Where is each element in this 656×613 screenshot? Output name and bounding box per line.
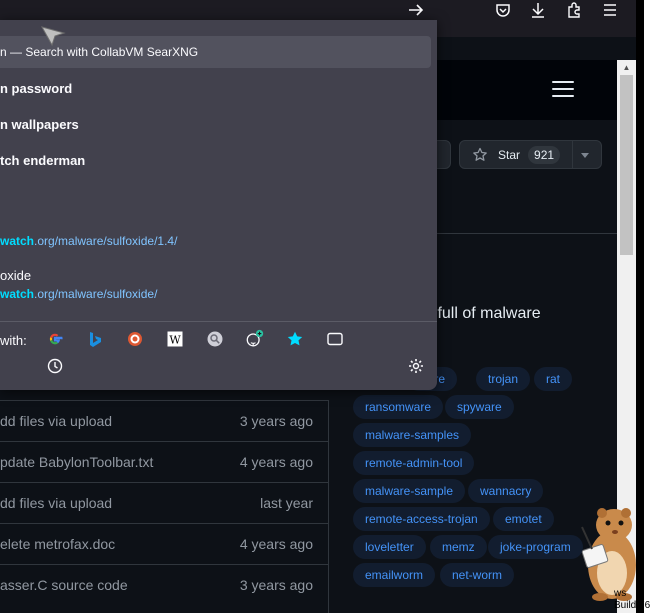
search-suggestion[interactable]: n password	[0, 81, 72, 96]
topic-tag[interactable]: emotet	[493, 507, 554, 531]
repo-about-text: y full of malware	[425, 305, 541, 322]
download-icon[interactable]	[525, 0, 551, 20]
clock-icon[interactable]	[45, 356, 65, 376]
topic-tag[interactable]: emailworm	[353, 563, 436, 587]
wikipedia-icon[interactable]: W	[165, 329, 185, 349]
file-list: dd files via upload 3 years ago pdate Ba…	[0, 400, 329, 613]
mouse-cursor-icon	[40, 26, 66, 47]
commit-message[interactable]: asser.C source code	[0, 577, 128, 593]
commit-time: 4 years ago	[239, 454, 313, 470]
topic-tag[interactable]: remote-admin-tool	[353, 451, 475, 475]
commit-message[interactable]: dd files via upload	[0, 413, 112, 429]
topic-tag[interactable]: remote-access-trojan	[353, 507, 490, 531]
table-row[interactable]: elete metrofax.doc 4 years ago	[0, 523, 329, 564]
topic-tag[interactable]: memz	[430, 535, 487, 559]
table-row[interactable]: asser.C source code 3 years ago	[0, 564, 329, 605]
pocket-icon[interactable]	[490, 0, 516, 20]
search-suggestion[interactable]: tch enderman	[0, 153, 85, 168]
hamburger-menu-icon[interactable]	[552, 81, 574, 97]
star-dropdown-caret-icon[interactable]	[581, 153, 589, 158]
google-icon[interactable]	[45, 329, 65, 349]
star-button[interactable]: Star 921	[459, 140, 602, 169]
bookmarks-star-icon[interactable]	[285, 329, 305, 349]
search-suggestion[interactable]: n wallpapers	[0, 117, 79, 132]
star-count: 921	[528, 145, 561, 164]
windows-build-watermark: ws Build 76	[614, 588, 651, 611]
topic-tag[interactable]: net-worm	[440, 563, 515, 587]
star-icon	[473, 147, 487, 161]
svg-text:W: W	[169, 334, 181, 347]
table-row[interactable]: dd files via upload 3 years ago	[0, 400, 329, 441]
bing-icon[interactable]	[85, 329, 105, 349]
table-row[interactable]: dd files via upload last year	[0, 482, 329, 523]
table-row[interactable]: pdate BabylonToolbar.txt 4 years ago	[0, 441, 329, 482]
urlbar-dropdown: n — Search with CollabVM SearXNG n passw…	[0, 20, 437, 390]
star-label: Star	[498, 147, 521, 162]
commit-time: 3 years ago	[239, 577, 313, 593]
topic-tag[interactable]: wannacry	[468, 479, 544, 503]
commit-message[interactable]: elete metrofax.doc	[0, 536, 115, 552]
menu-icon[interactable]	[597, 0, 623, 20]
topic-tag[interactable]: malware-sample	[353, 479, 466, 503]
topic-tag[interactable]: ransomware	[353, 395, 444, 419]
search-with-label: with:	[0, 333, 27, 348]
topic-tag[interactable]: rat	[534, 367, 573, 391]
gear-icon[interactable]	[406, 356, 426, 376]
topic-tag[interactable]: trojan	[476, 367, 531, 391]
scroll-up-arrow-icon[interactable]: ▲	[617, 60, 636, 74]
topic-tag[interactable]: malware-samples	[353, 423, 472, 447]
extensions-icon[interactable]	[561, 0, 587, 20]
urlbar-go-arrow-icon[interactable]	[403, 0, 429, 20]
searxng-icon[interactable]	[205, 329, 225, 349]
github-header	[435, 60, 617, 120]
topic-tag[interactable]: spyware	[445, 395, 514, 419]
commit-time: 3 years ago	[239, 413, 313, 429]
duckduckgo-icon[interactable]	[125, 329, 145, 349]
search-engine-row-label: n — Search with CollabVM SearXNG	[0, 45, 199, 59]
commit-message[interactable]: dd files via upload	[0, 495, 112, 511]
topic-tag[interactable]: loveletter	[353, 535, 426, 559]
tabs-icon[interactable]	[325, 329, 345, 349]
history-item-url[interactable]: watch.org/malware/sulfoxide/1.4/	[0, 234, 177, 248]
commit-message[interactable]: pdate BabylonToolbar.txt	[0, 454, 153, 470]
history-item-url[interactable]: watch.org/malware/sulfoxide/	[0, 287, 157, 301]
github-icon[interactable]	[245, 329, 265, 349]
scrollbar-thumb[interactable]	[620, 75, 633, 255]
commit-time: 4 years ago	[239, 536, 313, 552]
topic-tag[interactable]: joke-program	[488, 535, 583, 559]
commit-time: last year	[260, 495, 313, 511]
history-item-title[interactable]: oxide	[0, 268, 31, 283]
